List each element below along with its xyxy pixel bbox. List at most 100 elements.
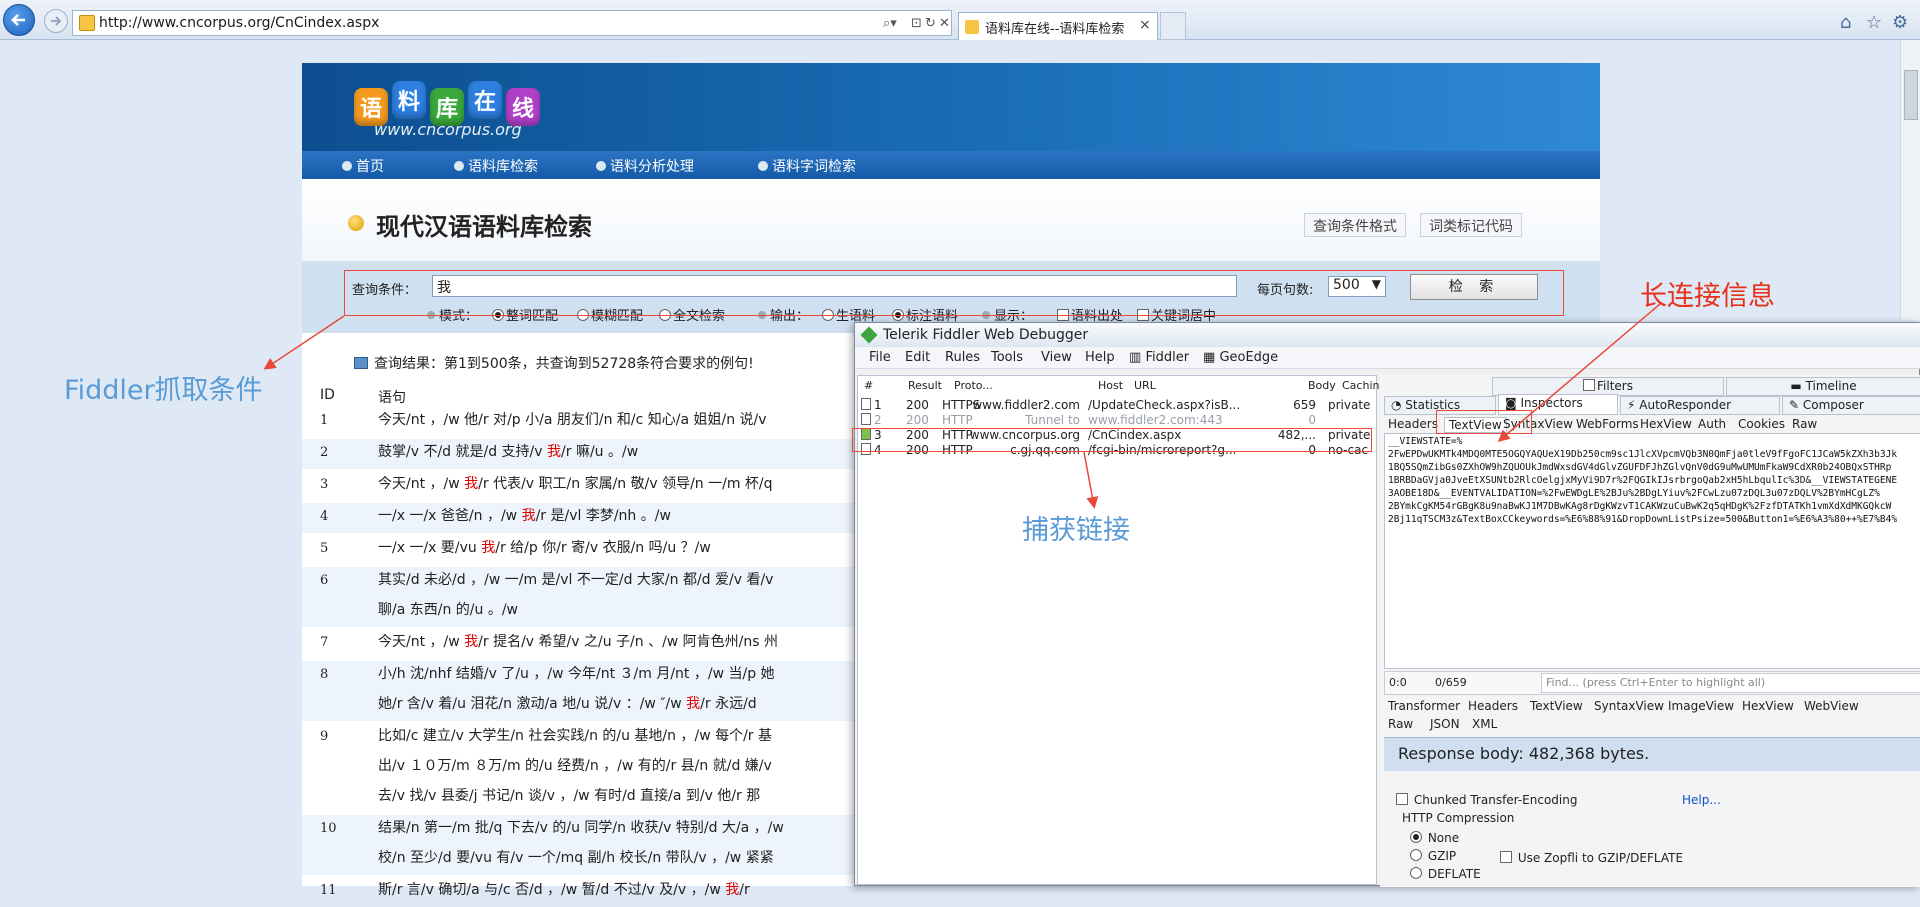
resp-tab-textview[interactable]: TextView: [1530, 699, 1583, 713]
request-statusbar: 0:0 0/659 Find... (press Ctrl+Enter to h…: [1384, 671, 1920, 695]
menu-rules[interactable]: Rules: [945, 350, 980, 365]
row-id: 4: [320, 509, 329, 524]
find-input[interactable]: Find... (press Ctrl+Enter to highlight a…: [1541, 673, 1920, 693]
session-body: 0: [1308, 413, 1316, 427]
radio-checked-icon[interactable]: [1410, 831, 1422, 843]
row-id: 6: [320, 573, 329, 588]
fiddler-titlebar: Telerik Fiddler Web Debugger: [855, 323, 1920, 347]
row-id: 5: [320, 541, 329, 556]
search-icon[interactable]: ⌕▾: [883, 16, 897, 31]
checkbox-icon[interactable]: [1396, 793, 1408, 805]
annotation-box-textview: [1436, 410, 1532, 434]
keyword-highlight: 我: [464, 476, 479, 492]
request-body-view[interactable]: __VIEWSTATE=% 2FwEPDwUKMTk4MDQ0MTE5OGQYAQ…: [1384, 433, 1920, 669]
chunked-option[interactable]: Chunked Transfer-Encoding: [1396, 793, 1577, 807]
checkbox-icon[interactable]: [1500, 851, 1512, 863]
compression-gzip[interactable]: GZIP: [1410, 849, 1456, 863]
page-title: 现代汉语语料库检索: [376, 212, 592, 241]
compat-icon[interactable]: ⊡: [911, 16, 922, 31]
compression-deflate[interactable]: DEFLATE: [1410, 867, 1481, 881]
page-scrollbar[interactable]: [1900, 40, 1920, 320]
menu-edit[interactable]: Edit: [905, 350, 930, 365]
tab-autoresponder[interactable]: ⚡ AutoResponder: [1620, 396, 1780, 415]
zopfli-option[interactable]: Use Zopfli to GZIP/DEFLATE: [1500, 851, 1683, 865]
menu-item-corpus-search[interactable]: 语料库检索: [454, 156, 538, 176]
session-host: Tunnel to: [1025, 413, 1080, 427]
checkbox-icon: [1583, 379, 1595, 391]
forward-icon[interactable]: [44, 9, 68, 33]
pos-tag-codes-button[interactable]: 词类标记代码: [1420, 213, 1522, 237]
compression-none[interactable]: None: [1410, 831, 1459, 845]
site-menu: 首页 语料库检索 语料分析处理 语料字词检索: [302, 151, 1600, 179]
row-sentence: 去/v 找/v 县委/j 书记/n 谈/v ，/w 有时/d 直接/a 到/v …: [378, 788, 761, 804]
resp-tab-imageview[interactable]: ImageView: [1668, 699, 1734, 713]
session-icon: [861, 398, 871, 410]
compose-icon: ✎: [1789, 398, 1803, 412]
menu-item-analysis[interactable]: 语料分析处理: [596, 156, 694, 176]
col-body[interactable]: Body: [1308, 379, 1336, 392]
tab-active[interactable]: 语料库在线--语料库检索 ×: [958, 12, 1158, 40]
row-id: 2: [320, 445, 329, 460]
col-protocol[interactable]: Proto...: [954, 379, 993, 392]
resp-tab-headers[interactable]: Headers: [1468, 699, 1518, 713]
request-body-line: __VIEWSTATE=%: [1388, 436, 1463, 447]
resp-tab-transformer[interactable]: Transformer: [1388, 699, 1460, 713]
help-link[interactable]: Help...: [1682, 793, 1721, 807]
req-tab-auth[interactable]: Auth: [1698, 417, 1726, 431]
menu-label: 语料分析处理: [610, 159, 694, 175]
row-sentence: 出/v １０万/m ８万/m 的/u 经费/n ，/w 有的/r 县/n 就/d…: [378, 758, 772, 774]
tab-composer[interactable]: ✎ Composer: [1782, 396, 1920, 415]
col-host[interactable]: Host: [1098, 379, 1123, 392]
col-result[interactable]: Result: [908, 379, 942, 392]
response-body-size: Response body: 482,368 bytes.: [1398, 744, 1650, 763]
zopfli-label: Use Zopfli to GZIP/DEFLATE: [1517, 851, 1684, 865]
menu-file[interactable]: File: [869, 350, 891, 365]
resp-tab-hexview[interactable]: HexView: [1742, 699, 1794, 713]
scrollbar-thumb[interactable]: [1904, 70, 1918, 120]
stop-icon[interactable]: ✕: [939, 16, 950, 31]
resp-tab-xml[interactable]: XML: [1472, 717, 1497, 731]
title-bullet-icon: [348, 215, 364, 231]
refresh-icon[interactable]: ↻: [925, 16, 936, 31]
row-sentence: 鼓掌/v 不/d 就是/d 支持/v 我/r 嘛/u 。/w: [378, 444, 639, 460]
col-caching[interactable]: Cachin: [1342, 379, 1379, 392]
gear-icon[interactable]: ⚙: [1892, 12, 1908, 33]
menu-fiddler[interactable]: ▥ Fiddler: [1129, 350, 1189, 365]
req-tab-webforms[interactable]: WebForms: [1576, 417, 1639, 431]
resp-tab-json[interactable]: JSON: [1430, 717, 1460, 731]
inspector-pane: Filters ▬ Timeline ◔ Statistics ◙ Inspec…: [1380, 375, 1920, 887]
row-sentence: 结果/n 第一/m 批/q 下去/v 的/u 同学/n 收获/v 特别/d 大/…: [378, 820, 784, 836]
menu-help[interactable]: Help: [1085, 350, 1115, 365]
new-tab-button[interactable]: [1160, 12, 1186, 40]
req-tab-cookies[interactable]: Cookies: [1738, 417, 1785, 431]
tab-timeline[interactable]: ▬ Timeline: [1726, 377, 1920, 396]
menu-geoedge[interactable]: ▦ GeoEdge: [1203, 350, 1278, 365]
request-body-line: 1BQ5SQmZibGs0ZXhOW9hZQUOUkJmdWxsdGV4dGlv…: [1388, 462, 1892, 473]
back-icon[interactable]: [3, 4, 35, 36]
menu-item-char-search[interactable]: 语料字词检索: [758, 156, 856, 176]
req-tab-headers[interactable]: Headers: [1388, 417, 1438, 431]
timeline-icon: ▬: [1790, 379, 1806, 393]
resp-tab-syntaxview[interactable]: SyntaxView: [1594, 699, 1664, 713]
col-num[interactable]: #: [864, 379, 873, 392]
home-icon[interactable]: ⌂: [1840, 12, 1851, 33]
resp-tab-raw[interactable]: Raw: [1388, 717, 1413, 731]
radio-icon[interactable]: [1410, 849, 1422, 861]
address-bar[interactable]: http://www.cncorpus.org/CnCindex.aspx ⌕▾…: [72, 10, 952, 36]
req-tab-raw[interactable]: Raw: [1792, 417, 1817, 431]
col-url[interactable]: URL: [1134, 379, 1156, 392]
session-host: www.fiddler2.com: [972, 398, 1080, 412]
column-header-id: ID: [320, 387, 335, 403]
address-url[interactable]: http://www.cncorpus.org/CnCindex.aspx: [99, 15, 379, 31]
tab-title: 语料库在线--语料库检索: [985, 22, 1125, 37]
resp-tab-webview[interactable]: WebView: [1804, 699, 1859, 713]
tab-site-icon: [965, 20, 979, 34]
tab-close-icon[interactable]: ×: [1139, 17, 1151, 33]
req-tab-hexview[interactable]: HexView: [1640, 417, 1692, 431]
query-format-button[interactable]: 查询条件格式: [1304, 213, 1406, 237]
star-icon[interactable]: ☆: [1866, 12, 1882, 33]
menu-item-home[interactable]: 首页: [342, 156, 384, 176]
menu-view[interactable]: View: [1041, 350, 1072, 365]
menu-tools[interactable]: Tools: [991, 350, 1023, 365]
radio-icon[interactable]: [1410, 867, 1422, 879]
